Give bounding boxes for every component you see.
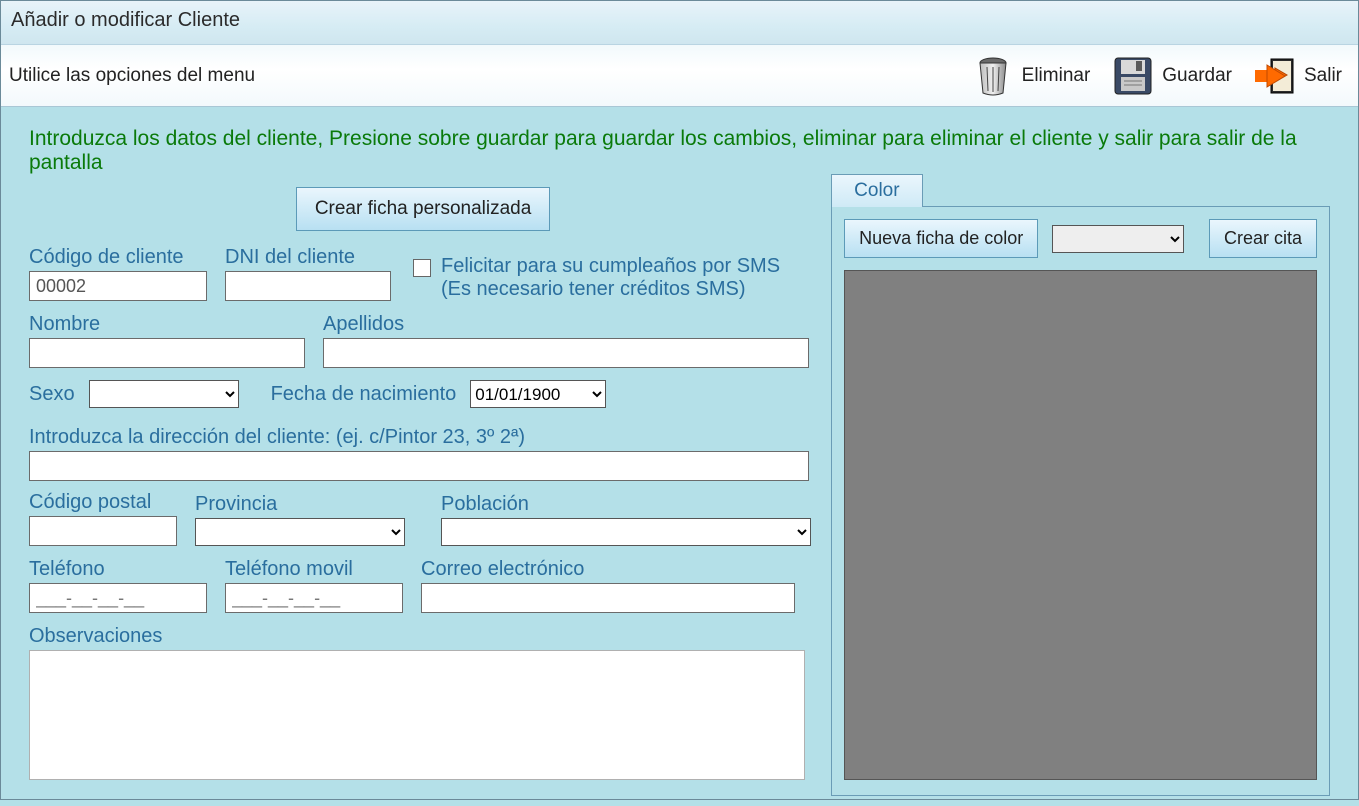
label-telefono: Teléfono (29, 558, 207, 581)
poblacion-select[interactable] (441, 518, 811, 546)
floppy-icon (1110, 53, 1156, 99)
window-title: Añadir o modificar Cliente (1, 1, 1358, 45)
trash-icon (970, 53, 1016, 99)
sms-birthday-checkbox[interactable] (413, 259, 431, 277)
color-list-area (844, 270, 1317, 780)
label-observaciones: Observaciones (29, 625, 817, 648)
create-appointment-button[interactable]: Crear cita (1209, 219, 1317, 258)
dni-input[interactable] (225, 271, 391, 301)
observaciones-textarea[interactable] (29, 650, 805, 780)
label-dni: DNI del cliente (225, 246, 391, 269)
label-sms-birthday: Felicitar para su cumpleaños por SMS (Es… (441, 255, 801, 301)
exit-label: Salir (1304, 65, 1342, 87)
create-custom-card-button[interactable]: Crear ficha personalizada (296, 187, 551, 231)
delete-label: Eliminar (1022, 65, 1091, 87)
exit-button[interactable]: Salir (1244, 51, 1350, 101)
apellidos-input[interactable] (323, 338, 809, 368)
telefono-movil-input[interactable] (225, 583, 403, 613)
save-button[interactable]: Guardar (1102, 51, 1240, 101)
codigo-cliente-input (29, 271, 207, 301)
codigo-postal-input[interactable] (29, 516, 177, 546)
nombre-input[interactable] (29, 338, 305, 368)
label-telefono-movil: Teléfono movil (225, 558, 403, 581)
provincia-select[interactable] (195, 518, 405, 546)
new-color-card-button[interactable]: Nueva ficha de color (844, 219, 1038, 258)
correo-input[interactable] (421, 583, 795, 613)
save-label: Guardar (1162, 65, 1232, 87)
exit-icon (1252, 53, 1298, 99)
label-nombre: Nombre (29, 313, 305, 336)
label-codigo-postal: Código postal (29, 491, 177, 514)
sexo-select[interactable] (89, 380, 239, 408)
toolbar-hint: Utilice las opciones del menu (9, 65, 962, 87)
label-direccion: Introduzca la dirección del cliente: (ej… (29, 426, 817, 449)
tab-color[interactable]: Color (831, 174, 922, 207)
label-poblacion: Población (441, 493, 811, 516)
color-tab-panel: Nueva ficha de color Crear cita (831, 206, 1330, 796)
fecha-nacimiento-select[interactable]: 01/01/1900 (470, 380, 606, 408)
instruction-text: Introduzca los datos del cliente, Presio… (29, 127, 1319, 175)
delete-button[interactable]: Eliminar (962, 51, 1099, 101)
label-provincia: Provincia (195, 493, 405, 516)
direccion-input[interactable] (29, 451, 809, 481)
color-select[interactable] (1052, 225, 1184, 253)
label-codigo-cliente: Código de cliente (29, 246, 207, 269)
label-correo: Correo electrónico (421, 558, 795, 581)
label-fecha-nacimiento: Fecha de nacimiento (271, 383, 457, 406)
telefono-input[interactable] (29, 583, 207, 613)
toolbar: Utilice las opciones del menu Eliminar (1, 45, 1358, 107)
label-sexo: Sexo (29, 383, 75, 406)
label-apellidos: Apellidos (323, 313, 809, 336)
